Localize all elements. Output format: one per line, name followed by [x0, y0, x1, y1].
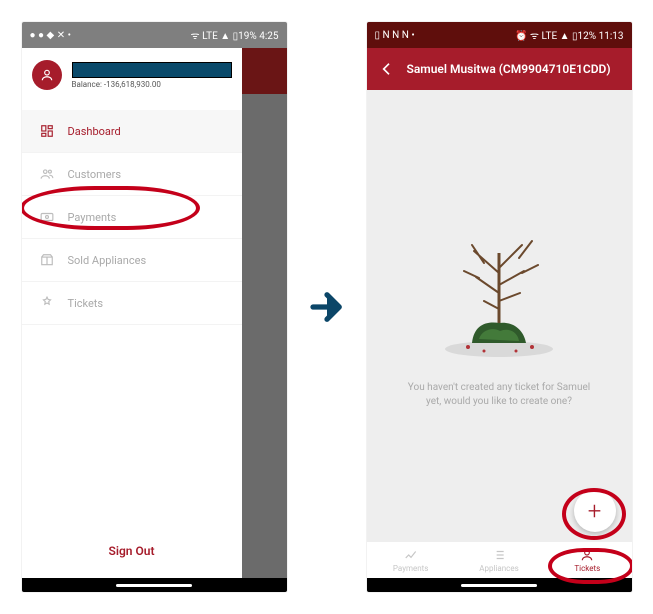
phone-tickets-screen: ▯ N N N • ⏰ ᯤ LTE ▲ ▯12% 11:13 Samuel Mu… [367, 22, 632, 592]
menu-sold-appliances[interactable]: Sold Appliances [22, 239, 242, 282]
fab-add-ticket[interactable]: + [574, 490, 616, 532]
chart-icon [404, 548, 418, 562]
menu-tickets[interactable]: Tickets [22, 282, 242, 325]
arrow-icon [305, 285, 349, 329]
menu-label: Sold Appliances [68, 254, 147, 267]
list-icon [492, 548, 506, 562]
box-icon [40, 253, 54, 267]
redacted-name [72, 62, 232, 78]
statusbar-right: ▯ N N N • ⏰ ᯤ LTE ▲ ▯12% 11:13 [367, 22, 632, 48]
status-right-icons: ᯤ LTE ▲ ▯19% 4:25 [191, 28, 279, 42]
empty-state: You haven't created any ticket for Samue… [367, 90, 632, 542]
tab-label: Appliances [479, 564, 518, 573]
menu-label: Tickets [68, 297, 104, 310]
menu-label: Dashboard [68, 125, 121, 138]
avatar [32, 60, 62, 90]
menu-payments[interactable]: Payments [22, 196, 242, 239]
dashboard-icon [40, 124, 54, 138]
empty-tree-illustration [424, 223, 574, 363]
page-title: Samuel Musitwa (CM9904710E1CDD) [407, 62, 611, 76]
bottom-nav: Payments Appliances Tickets [367, 542, 632, 578]
back-icon[interactable] [379, 61, 395, 77]
scrim-appbar [242, 48, 287, 94]
empty-state-text: You haven't created any ticket for Samue… [367, 381, 632, 409]
home-indicator[interactable] [367, 578, 632, 592]
balance-label: Balance: -136,618,930.00 [72, 80, 232, 89]
menu-label: Payments [68, 211, 117, 224]
customers-icon [40, 167, 54, 181]
phone-drawer-screen: ● ● ◆ ✕ • ᯤ LTE ▲ ▯19% 4:25 Balance: -13… [22, 22, 287, 592]
tab-label: Tickets [574, 564, 600, 573]
tab-payments[interactable]: Payments [367, 542, 455, 578]
appbar: Samuel Musitwa (CM9904710E1CDD) [367, 48, 632, 90]
menu-list: Dashboard Customers Payments [22, 110, 242, 530]
tab-appliances[interactable]: Appliances [455, 542, 543, 578]
payments-icon [40, 210, 54, 224]
tab-tickets[interactable]: Tickets [543, 542, 631, 578]
tab-label: Payments [393, 564, 429, 573]
profile-header[interactable]: Balance: -136,618,930.00 [22, 48, 242, 94]
ticket-icon [40, 296, 54, 310]
menu-label: Customers [68, 168, 122, 181]
status-right-icons: ⏰ ᯤ LTE ▲ ▯12% 11:13 [515, 28, 624, 42]
statusbar-left: ● ● ◆ ✕ • ᯤ LTE ▲ ▯19% 4:25 [22, 22, 287, 48]
person-icon [40, 68, 54, 82]
nav-drawer: Balance: -136,618,930.00 Dashboard Custo… [22, 48, 242, 578]
status-left-icons: ▯ N N N • [375, 30, 415, 41]
sign-out-button[interactable]: Sign Out [22, 530, 242, 578]
person-icon [580, 548, 594, 562]
menu-customers[interactable]: Customers [22, 153, 242, 196]
home-indicator[interactable] [22, 578, 287, 592]
status-left-icons: ● ● ◆ ✕ • [30, 30, 71, 41]
drawer-scrim[interactable] [242, 48, 287, 578]
menu-dashboard[interactable]: Dashboard [22, 110, 242, 153]
